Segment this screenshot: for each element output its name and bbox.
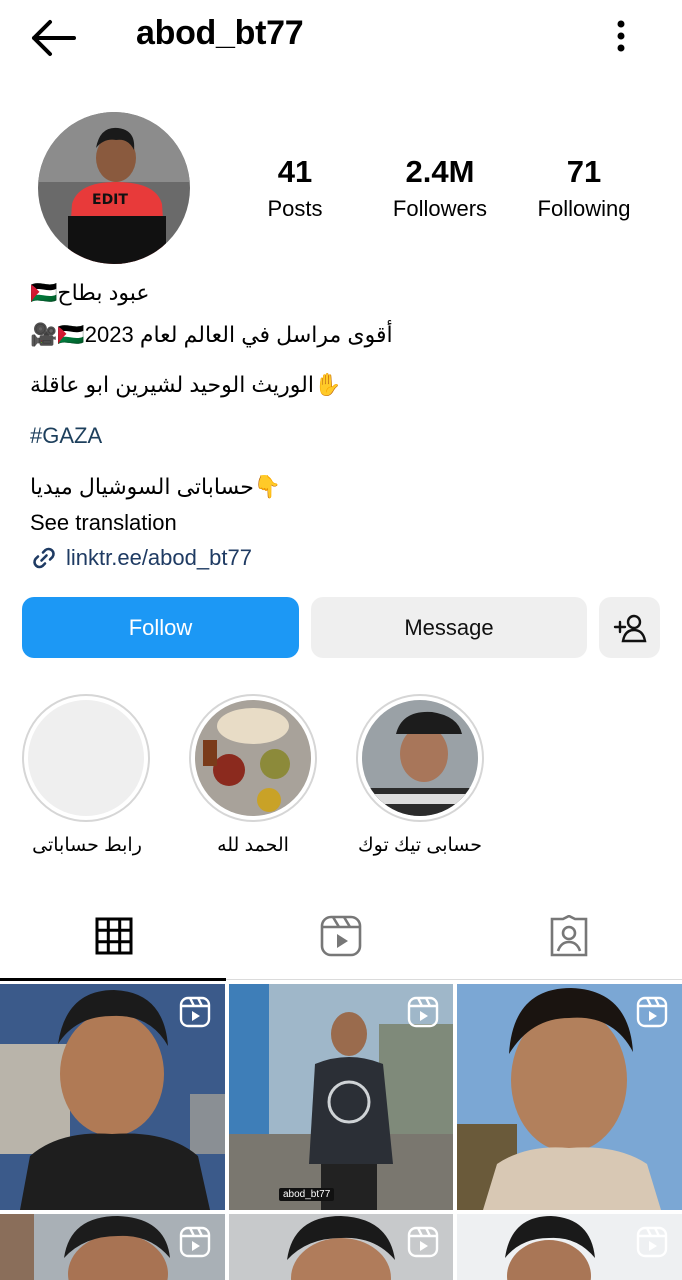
tab-tagged[interactable] bbox=[455, 894, 682, 978]
reel-badge-icon bbox=[407, 1226, 439, 1258]
reel-badge-icon bbox=[636, 996, 668, 1028]
bio-line-3: 👇حساباتى السوشيال ميديا bbox=[30, 474, 282, 499]
highlight-1-label: رابط حساباتى bbox=[32, 835, 142, 856]
highlight-2-cover bbox=[195, 700, 311, 816]
reel-badge-icon bbox=[407, 996, 439, 1028]
display-name: عبود بطاح🇵🇸 bbox=[30, 280, 150, 305]
highlight-1[interactable] bbox=[22, 694, 150, 822]
posts-count-value: 41 bbox=[277, 154, 313, 189]
posts-count-label: Posts bbox=[267, 196, 323, 221]
highlight-1-cover bbox=[28, 700, 144, 816]
svg-text:EDIT: EDIT bbox=[92, 192, 128, 208]
post-tile-1[interactable] bbox=[0, 984, 225, 1210]
highlight-3[interactable] bbox=[356, 694, 484, 822]
back-arrow-icon[interactable] bbox=[30, 18, 76, 58]
suggested-users-button[interactable] bbox=[599, 597, 660, 658]
post-tile-3[interactable] bbox=[457, 984, 682, 1210]
add-person-icon bbox=[613, 613, 647, 643]
reel-badge-icon bbox=[179, 996, 211, 1028]
followers-count-value: 2.4M bbox=[405, 154, 475, 189]
followers-count-label: Followers bbox=[392, 196, 488, 221]
followers-count[interactable]: 2.4M Followers bbox=[370, 152, 510, 224]
post-watermark: abod_bt77 bbox=[279, 1188, 335, 1201]
post-tile-6[interactable] bbox=[457, 1214, 682, 1280]
post-tile-2[interactable]: abod_bt77 bbox=[229, 984, 453, 1210]
bio-hashtag[interactable]: #GAZA bbox=[30, 421, 102, 451]
following-count[interactable]: 71 Following bbox=[514, 152, 654, 224]
post-tile-4[interactable] bbox=[0, 1214, 225, 1280]
bio-link-text: linktr.ee/abod_bt77 bbox=[66, 545, 252, 570]
posts-count[interactable]: 41 Posts bbox=[225, 152, 365, 224]
reels-icon bbox=[320, 915, 362, 957]
following-count-value: 71 bbox=[566, 154, 602, 189]
tab-reels[interactable] bbox=[227, 894, 454, 978]
reel-badge-icon bbox=[636, 1226, 668, 1258]
highlight-2[interactable] bbox=[189, 694, 317, 822]
profile-username: abod_bt77 bbox=[136, 14, 304, 52]
link-icon bbox=[30, 544, 58, 572]
tab-divider bbox=[226, 979, 682, 980]
profile-avatar[interactable]: EDIT bbox=[38, 112, 190, 264]
bio-line-1: 🎥🇵🇸أقوى مراسل في العالم لعام 2023 bbox=[30, 322, 393, 347]
follow-button[interactable]: Follow bbox=[22, 597, 299, 658]
active-tab-indicator bbox=[0, 978, 226, 981]
more-options-icon[interactable] bbox=[608, 18, 634, 58]
highlight-3-label: حسابى تيك توك bbox=[358, 835, 482, 856]
message-button[interactable]: Message bbox=[311, 597, 587, 658]
reel-badge-icon bbox=[179, 1226, 211, 1258]
following-count-label: Following bbox=[537, 196, 631, 221]
tab-posts-grid[interactable] bbox=[0, 894, 227, 978]
tagged-icon bbox=[548, 915, 590, 957]
highlight-2-label: الحمد لله bbox=[217, 835, 289, 856]
see-translation-link[interactable]: See translation bbox=[30, 508, 177, 538]
highlight-3-cover bbox=[362, 700, 478, 816]
bio-link[interactable]: linktr.ee/abod_bt77 bbox=[30, 544, 252, 572]
bio-line-2: ✋الوريث الوحيد لشيرين ابو عاقلة bbox=[30, 372, 342, 397]
post-tile-5[interactable] bbox=[229, 1214, 453, 1280]
grid-icon bbox=[95, 917, 133, 955]
